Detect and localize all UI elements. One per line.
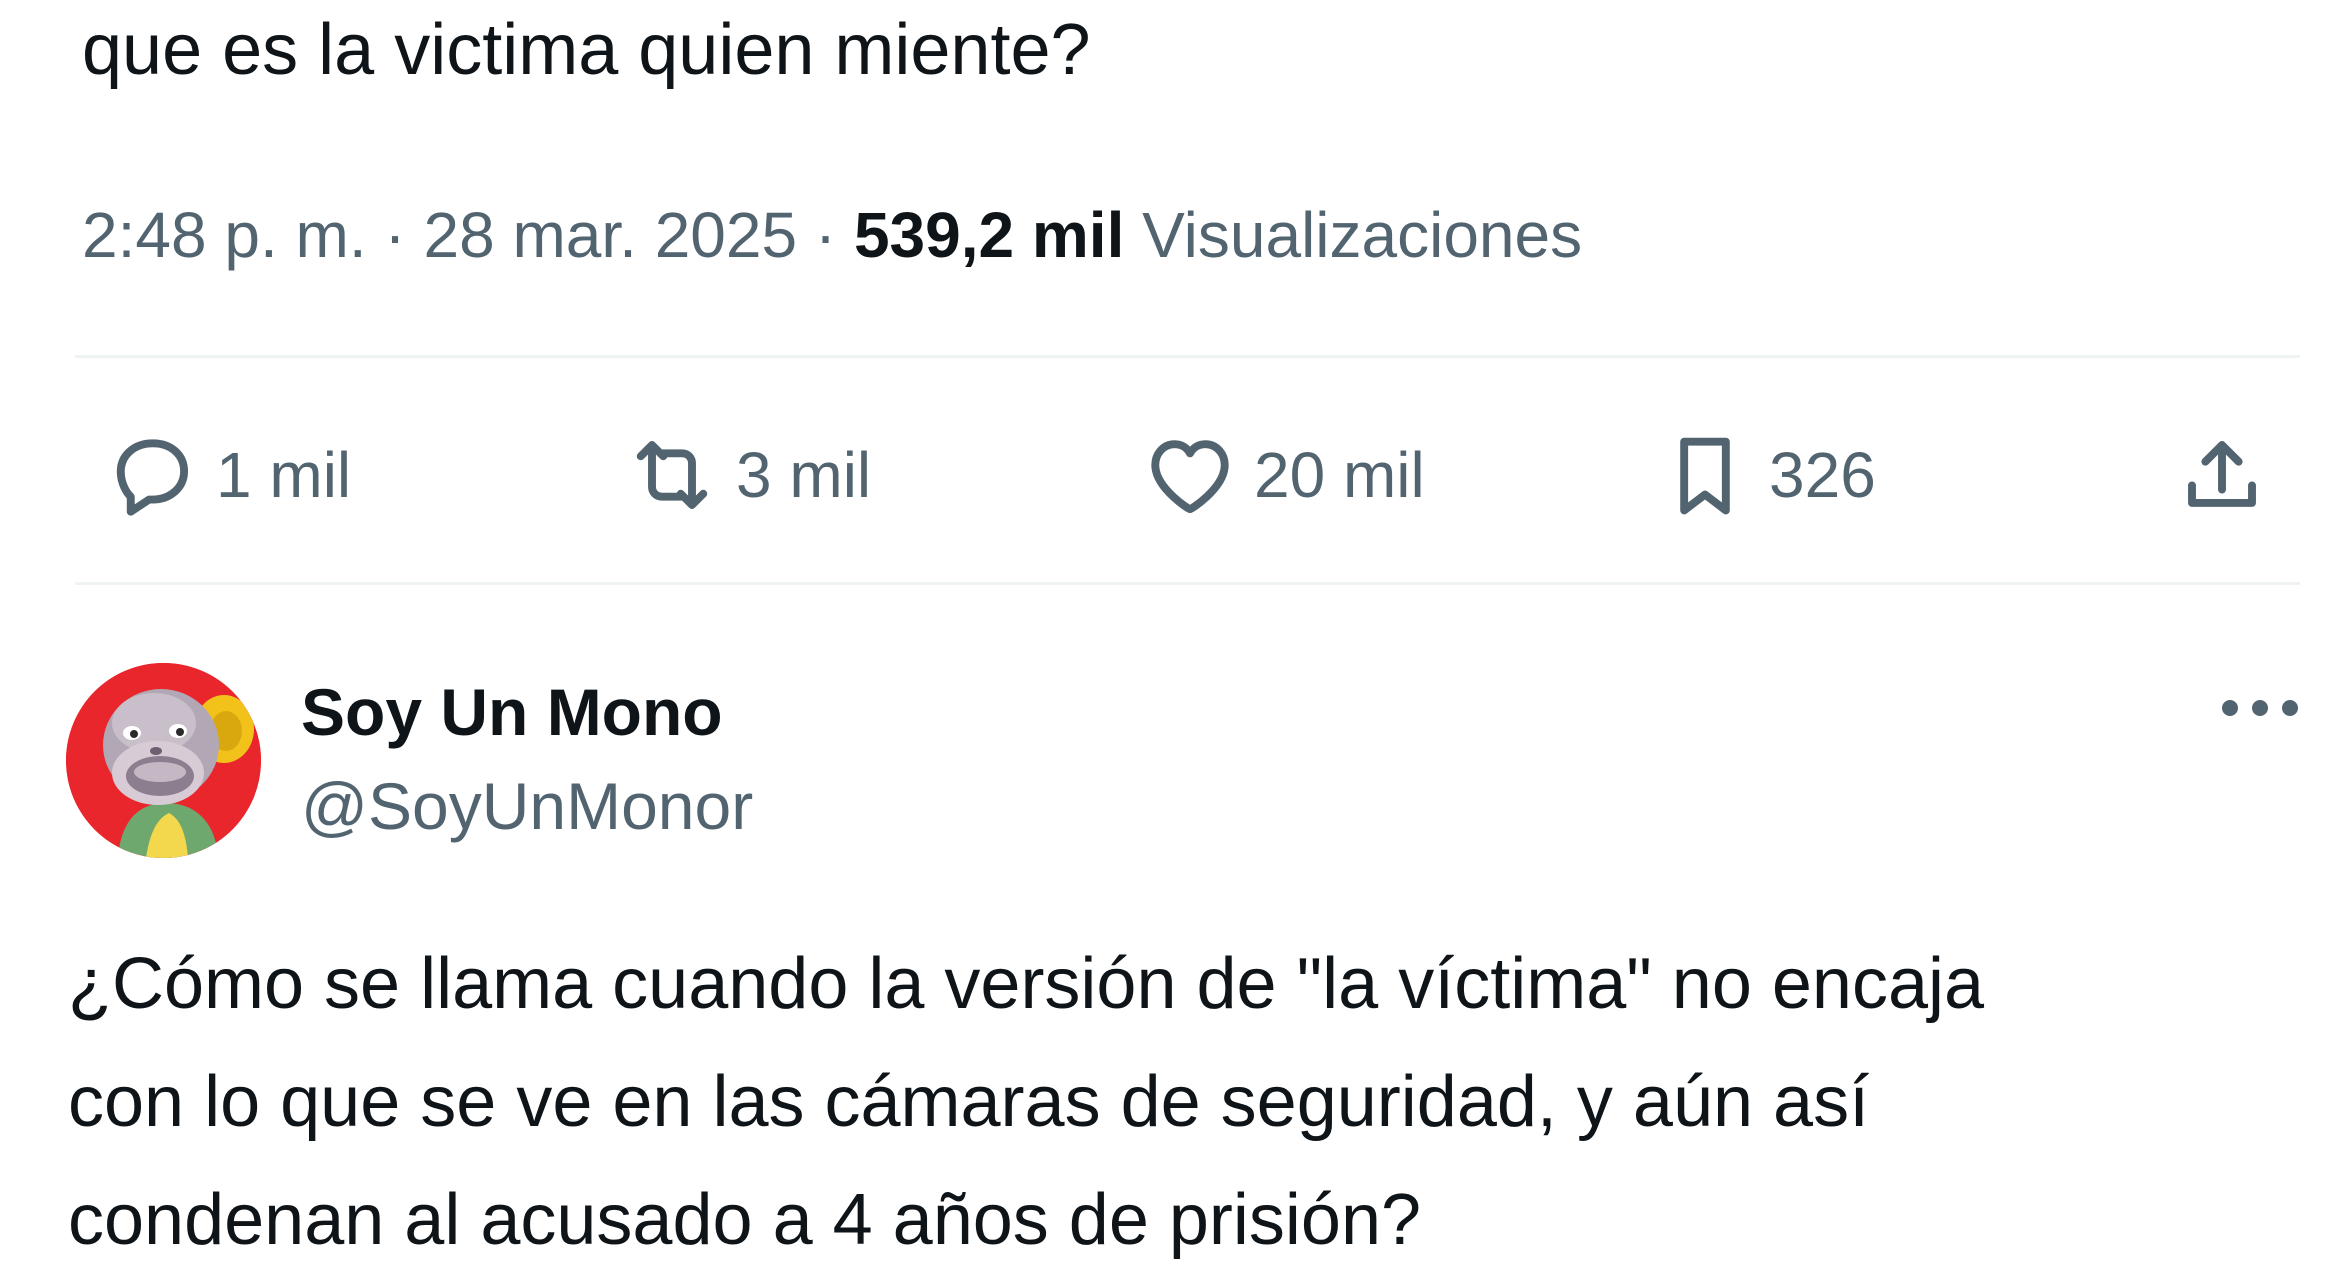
views-count: 539,2 mil [853, 199, 1125, 271]
reply-text-line: con lo que se ve en las cámaras de segur… [68, 1062, 1870, 1142]
retweet-button[interactable]: 3 mil [622, 415, 871, 535]
reply-count: 1 mil [216, 439, 352, 511]
comment-bubble-icon [116, 439, 189, 516]
bookmark-icon [1680, 437, 1730, 515]
share-upload-icon [2188, 441, 2256, 507]
heart-icon [1151, 440, 1229, 514]
reply-button[interactable]: 1 mil [102, 415, 351, 535]
reply-text-line: condenan al acusado a 4 años de prisión? [68, 1180, 1422, 1260]
reply-display-name[interactable]: Soy Un Mono [301, 670, 723, 754]
bookmark-count: 326 [1769, 439, 1876, 511]
bookmark-button[interactable]: 326 [1655, 415, 1876, 535]
divider [75, 355, 2300, 358]
retweet-icon [636, 441, 708, 509]
share-button[interactable] [2172, 415, 2272, 535]
avatar[interactable] [66, 663, 261, 858]
tweet-meta: 2:48 p. m. · 28 mar. 2025 · 539,2 mil Vi… [82, 193, 1582, 277]
retweet-count: 3 mil [736, 439, 872, 511]
divider [75, 582, 2300, 585]
tweet-timestamp[interactable]: 2:48 p. m. · 28 mar. 2025 · [82, 199, 854, 271]
reply-text-line: ¿Cómo se llama cuando la versión de "la … [68, 944, 1985, 1024]
like-button[interactable]: 20 mil [1140, 415, 1425, 535]
more-dots-icon [2222, 700, 2298, 716]
views-label: Visualizaciones [1142, 199, 1583, 271]
like-count: 20 mil [1254, 439, 1425, 511]
tweet-text: que es la victima quien miente? [82, 10, 1091, 90]
reply-handle[interactable]: @SoyUnMonor [301, 764, 753, 848]
monkey-puppet-avatar [66, 663, 261, 858]
tweet-actions-bar: 1 mil 3 mil 20 mil 326 [0, 415, 2350, 535]
reply-text: ¿Cómo se llama cuando la versión de "la … [68, 925, 2328, 1279]
more-options-button[interactable] [2218, 688, 2302, 728]
